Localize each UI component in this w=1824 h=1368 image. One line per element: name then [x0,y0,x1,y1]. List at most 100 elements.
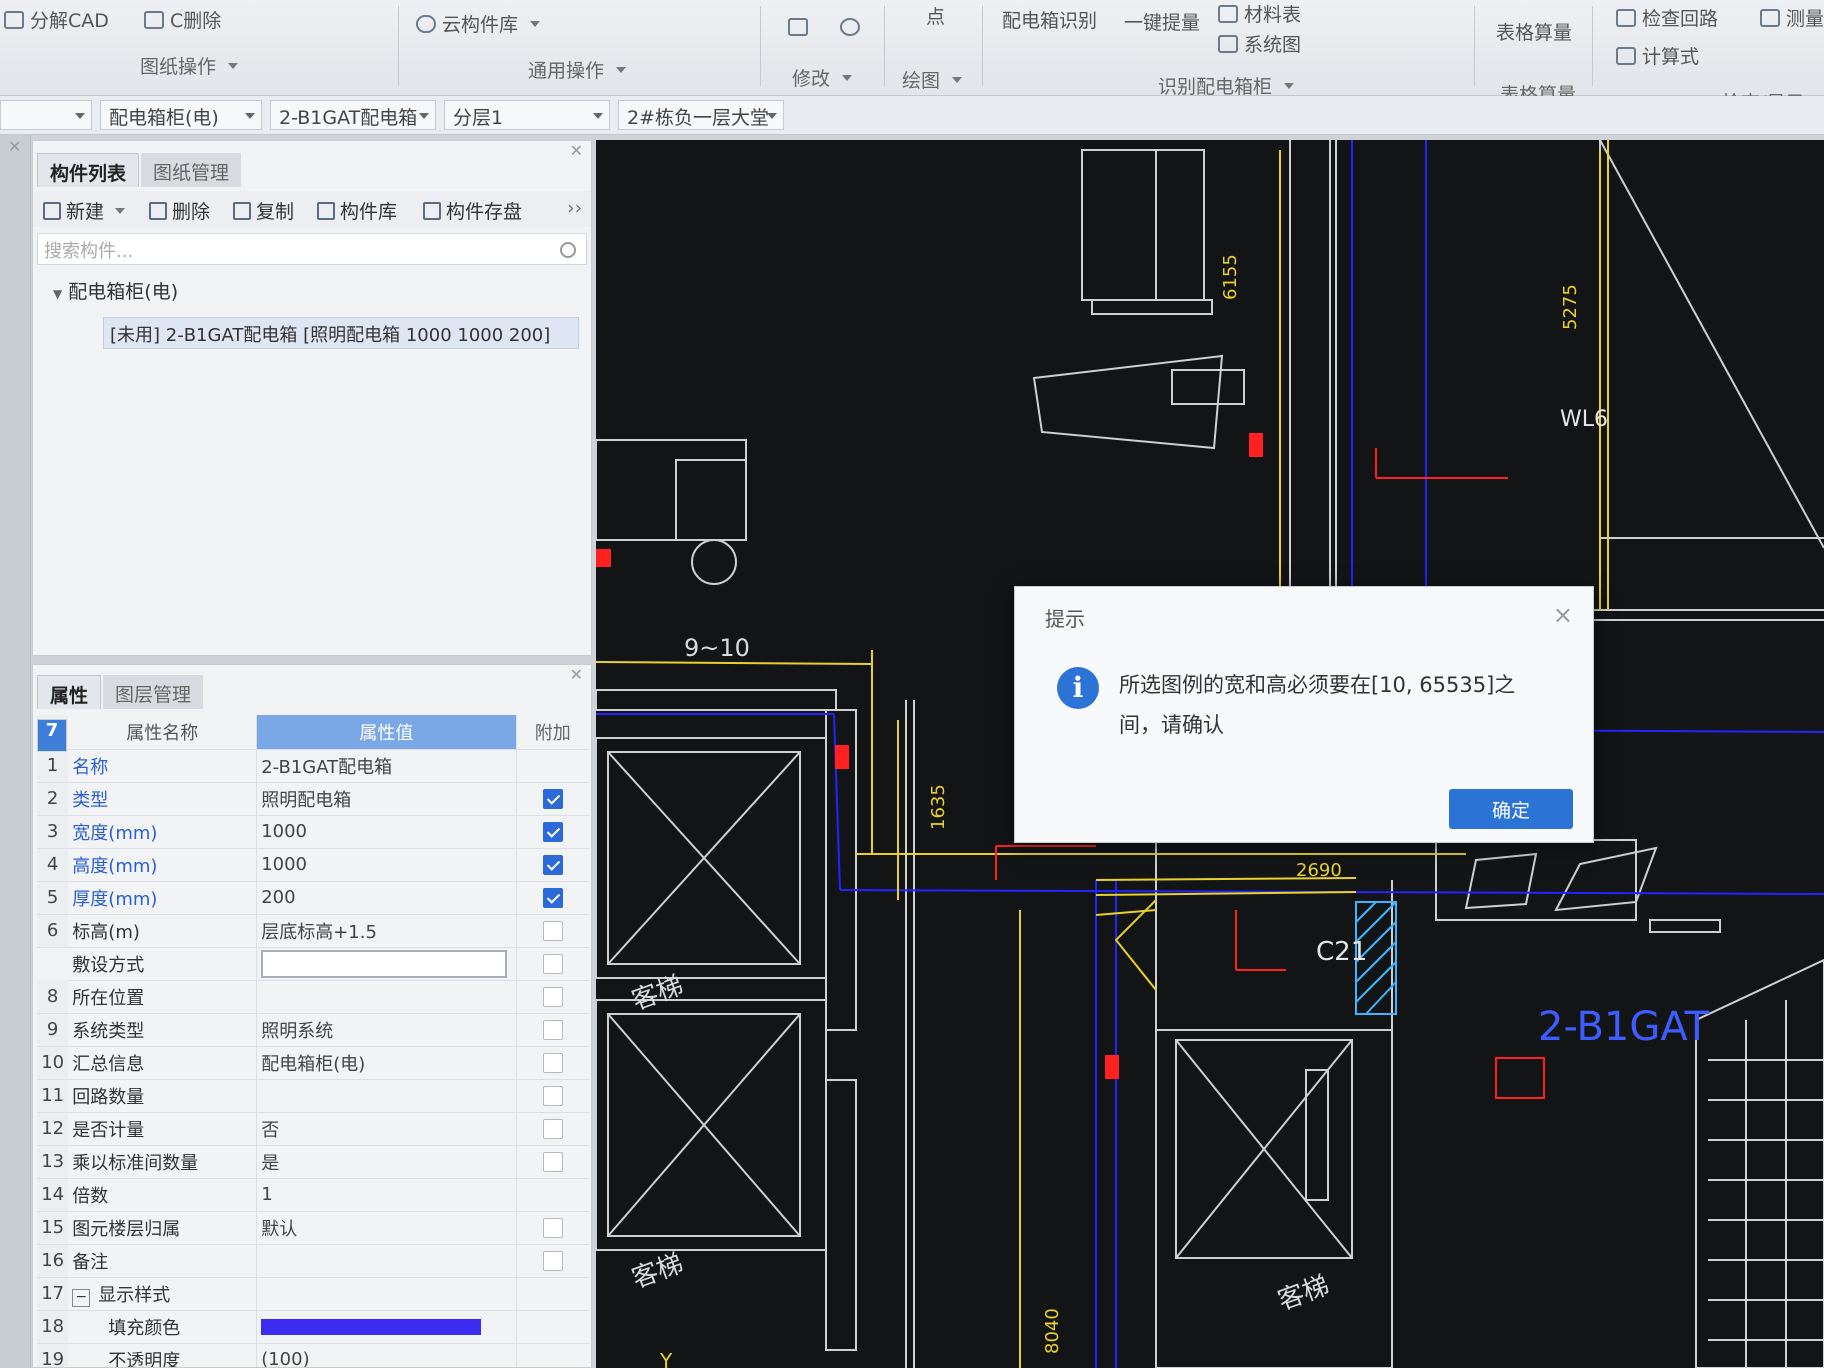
component-select[interactable]: 2-B1GAT配电箱 [270,100,436,130]
extra-checkbox[interactable] [542,1218,563,1238]
property-value[interactable] [256,1244,517,1278]
component-save-button[interactable]: 构件存盘 [423,197,522,224]
more-button[interactable]: ›› [567,197,582,219]
table-row[interactable]: 17− 显示样式 [37,1277,589,1311]
table-row[interactable]: 11 回路数量 [37,1079,589,1113]
tree-root[interactable]: ▼ 配电箱柜(电) [53,277,178,304]
system-diagram-button[interactable]: 系统图 [1218,30,1301,57]
extra-checkbox[interactable] [542,855,563,875]
component-type-select[interactable]: 配电箱柜(电) [100,100,262,130]
measure-icon [1760,8,1780,27]
drawing-ops-group[interactable]: 图纸操作 [140,52,239,79]
table-row[interactable]: 7 敷设方式 [37,719,589,981]
table-calc-button[interactable]: 表格算量 [1496,18,1572,45]
table-row[interactable]: 1 名称 2-B1GAT配电箱 [37,749,589,783]
tree-item-selected[interactable]: [未用] 2-B1GAT配电箱 [照明配电箱 1000 1000 200] [103,317,579,349]
new-button[interactable]: 新建 [43,197,126,224]
box-identify-button[interactable]: 配电箱识别 [1002,6,1097,33]
draw-group[interactable]: 绘图 [902,66,963,93]
extra-checkbox[interactable] [542,1086,563,1106]
table-row[interactable]: 6 标高(m) 层底标高+1.5 [37,914,589,948]
table-row[interactable]: 3 宽度(mm) 1000 [37,815,589,849]
floor-select[interactable] [0,100,92,130]
table-row[interactable]: 16 备注 [37,1244,589,1278]
property-value[interactable]: 1000 [256,848,517,882]
formula-button[interactable]: 计算式 [1616,42,1699,69]
property-value[interactable]: 是 [256,1145,517,1179]
extra-checkbox[interactable] [542,1251,563,1271]
property-value[interactable]: 1 [256,1178,517,1212]
property-value[interactable]: (100) [256,1343,517,1367]
copy-button[interactable]: 复制 [233,197,294,224]
expand-icon[interactable]: ▼ [53,287,62,301]
component-search-input[interactable]: 搜索构件... [37,233,587,265]
property-value[interactable]: 否 [256,1112,517,1146]
general-ops-group[interactable]: 通用操作 [528,56,627,83]
property-value[interactable]: 配电箱柜(电) [256,1046,517,1080]
property-value[interactable]: 默认 [256,1211,517,1245]
layer-select[interactable]: 分层1 [444,100,610,130]
tab-layer-management[interactable]: 图层管理 [103,675,204,709]
collapse-icon[interactable]: − [72,1288,91,1307]
table-row[interactable]: 9 系统类型 照明系统 [37,1013,589,1047]
table-row[interactable]: 13 乘以标准间数量是 [37,1145,589,1179]
property-value[interactable]: 200 [256,881,517,915]
extra-checkbox[interactable] [542,954,563,974]
one-click-extract-button[interactable]: 一键提量 [1124,8,1200,35]
delete-c-button[interactable]: C删除 [144,6,221,33]
extra-checkbox[interactable] [542,1020,563,1040]
property-value[interactable]: 1000 [256,815,517,849]
property-value[interactable] [256,980,517,1014]
delete-button[interactable]: 删除 [149,197,210,224]
table-row[interactable]: 10 汇总信息 配电箱柜(电) [37,1046,589,1080]
tab-properties[interactable]: 属性 [37,675,102,709]
extra-checkbox[interactable] [542,789,563,809]
table-row[interactable]: 19 不透明度 (100) [37,1343,589,1367]
property-value[interactable] [256,947,517,981]
rotate-button[interactable] [840,18,860,36]
table-row[interactable]: 12 是否计量否 [37,1112,589,1146]
material-table-button[interactable]: 材料表 [1218,0,1301,27]
property-value[interactable]: 2-B1GAT配电箱 [256,749,517,783]
property-value[interactable]: 照明配电箱 [256,782,517,816]
delete-icon-button[interactable] [788,18,808,36]
table-row[interactable]: 18 填充颜色 [37,1310,589,1344]
tab-component-list[interactable]: 构件列表 [37,153,140,187]
tab-drawing-management[interactable]: 图纸管理 [141,153,242,187]
property-value[interactable] [256,1310,517,1344]
table-row[interactable]: 15 图元楼层归属 默认 [37,1211,589,1245]
property-value[interactable] [256,1277,517,1311]
close-icon[interactable]: × [1553,601,1573,629]
ok-button[interactable]: 确定 [1449,789,1573,829]
table-row[interactable]: 5 厚度(mm) 200 [37,881,589,915]
property-value[interactable]: 照明系统 [256,1013,517,1047]
drawing-select[interactable]: 2#栋负一层大堂 [618,100,784,130]
property-value[interactable] [256,1079,517,1113]
fill-color-swatch[interactable] [261,1319,482,1335]
table-row[interactable]: 14 倍数 1 [37,1178,589,1212]
extra-checkbox[interactable] [542,1053,563,1073]
extra-checkbox[interactable] [542,888,563,908]
table-row[interactable]: 2 类型 照明配电箱 [37,782,589,816]
search-icon [560,242,576,258]
extra-checkbox[interactable] [542,1119,563,1139]
close-icon[interactable]: ✕ [570,665,583,684]
table-row[interactable]: 4 高度(mm) 1000 [37,848,589,882]
measure-button[interactable]: 测量 [1760,4,1824,31]
extra-checkbox[interactable] [542,822,563,842]
modify-group[interactable]: 修改 [792,64,853,91]
close-icon[interactable]: ✕ [8,137,21,156]
laying-method-input[interactable] [261,949,508,978]
point-button[interactable]: 点 [926,2,945,29]
extra-checkbox[interactable] [542,1152,563,1172]
extra-checkbox[interactable] [542,987,563,1007]
decompose-cad-button[interactable]: 分解CAD [4,6,109,33]
component-lib-button[interactable]: 构件库 [317,197,397,224]
extra-checkbox[interactable] [542,921,563,941]
close-icon[interactable]: ✕ [570,141,583,160]
table-row[interactable]: 8 所在位置 [37,980,589,1014]
identify-box-group[interactable]: 识别配电箱柜 [1158,72,1295,99]
cloud-lib-button[interactable]: 云构件库 [416,10,541,37]
check-circuit-button[interactable]: 检查回路 [1616,4,1718,31]
property-value[interactable]: 层底标高+1.5 [256,914,517,948]
